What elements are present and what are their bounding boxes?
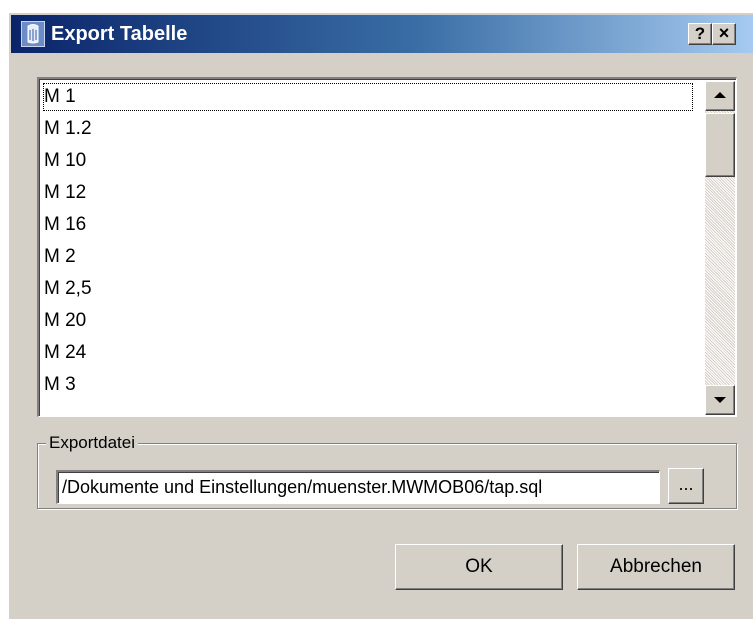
table-listbox[interactable]: M 1 M 1.2 M 10 M 12 M 16 M 2 M 2,5 M 20 …	[37, 77, 737, 417]
close-button[interactable]: ×	[712, 23, 736, 45]
export-path-input[interactable]	[56, 470, 660, 504]
scroll-up-button[interactable]	[705, 81, 735, 111]
export-dialog: Export Tabelle ? × M 1 M 1.2 M 10 M 12 M…	[8, 12, 753, 619]
app-icon	[21, 21, 45, 47]
scroll-thumb[interactable]	[705, 113, 735, 177]
list-item[interactable]: M 1.2	[41, 113, 695, 145]
list-item[interactable]: M 3	[41, 369, 695, 401]
list-item[interactable]: M 10	[41, 145, 695, 177]
list-item[interactable]: M 12	[41, 177, 695, 209]
arrow-down-icon	[714, 397, 726, 403]
help-button[interactable]: ?	[688, 23, 712, 45]
export-file-group: Exportdatei ...	[37, 432, 737, 509]
list-items: M 1 M 1.2 M 10 M 12 M 16 M 2 M 2,5 M 20 …	[41, 81, 695, 401]
window-title: Export Tabelle	[51, 23, 188, 45]
arrow-up-icon	[714, 92, 726, 98]
cancel-button[interactable]: Abbrechen	[577, 544, 735, 590]
scroll-down-button[interactable]	[705, 385, 735, 415]
vertical-scrollbar[interactable]	[705, 81, 735, 415]
list-item[interactable]: M 16	[41, 209, 695, 241]
list-item[interactable]: M 20	[41, 305, 695, 337]
list-item[interactable]: M 2,5	[41, 273, 695, 305]
list-item[interactable]: M 24	[41, 337, 695, 369]
export-file-label: Exportdatei	[46, 432, 138, 454]
list-item[interactable]: M 2	[41, 241, 695, 273]
browse-button[interactable]: ...	[668, 468, 704, 504]
title-bar[interactable]: Export Tabelle ? ×	[11, 15, 753, 53]
list-item[interactable]: M 1	[41, 81, 695, 113]
ok-button[interactable]: OK	[395, 544, 563, 590]
